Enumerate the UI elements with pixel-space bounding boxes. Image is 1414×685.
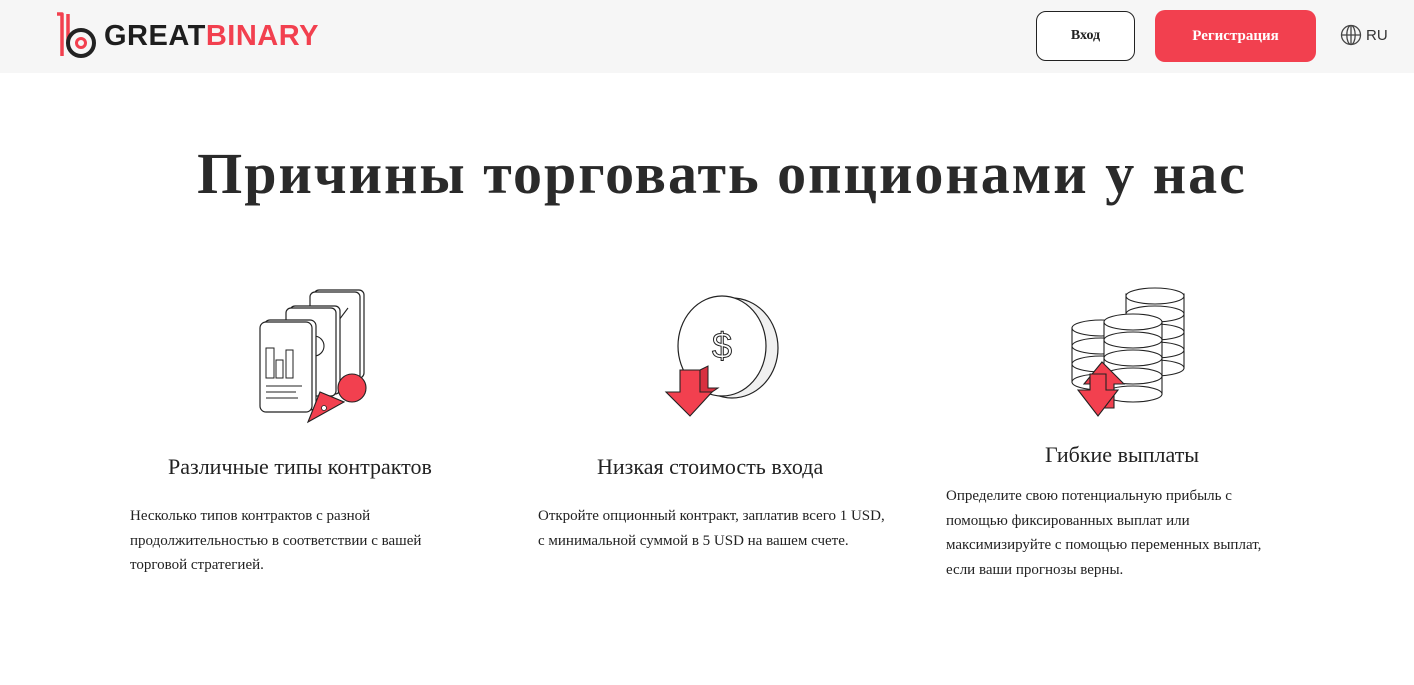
- coin-arrow-down-icon: $: [664, 295, 779, 417]
- language-label: RU: [1366, 26, 1388, 44]
- login-button[interactable]: Вход: [1036, 11, 1135, 61]
- feature-title-entry-cost: Низкая стоимость входа: [597, 454, 824, 479]
- page-title: Причины торговать опционами у нас: [197, 141, 1247, 206]
- logo-wordmark: GREATBINARY: [104, 19, 319, 52]
- logo-text-binary: BINARY: [205, 19, 319, 52]
- language-selector[interactable]: RU: [1340, 24, 1388, 46]
- logo-mark-icon: [57, 12, 96, 58]
- top-header: GREATBINARY Вход Регистрация RU: [0, 0, 1414, 73]
- coins-stack-arrows-icon: [1071, 287, 1185, 417]
- feature-text-contracts: Несколько типов контрактов с разной прод…: [130, 508, 422, 573]
- feature-text-payouts: Определите свою потенциальную прибыль с …: [946, 488, 1262, 578]
- feature-title-contracts: Различные типы контрактов: [168, 454, 432, 479]
- register-button[interactable]: Регистрация: [1155, 10, 1316, 62]
- feature-title-payouts: Гибкие выплаты: [1045, 442, 1200, 467]
- feature-text-entry-cost: Откройте опционный контракт, заплатив вс…: [538, 508, 885, 549]
- logo[interactable]: GREATBINARY: [54, 12, 319, 60]
- svg-text:$: $: [712, 325, 732, 366]
- documents-chart-icon: [259, 289, 367, 424]
- logo-text-great: GREAT: [104, 19, 206, 52]
- globe-icon: [1340, 24, 1362, 46]
